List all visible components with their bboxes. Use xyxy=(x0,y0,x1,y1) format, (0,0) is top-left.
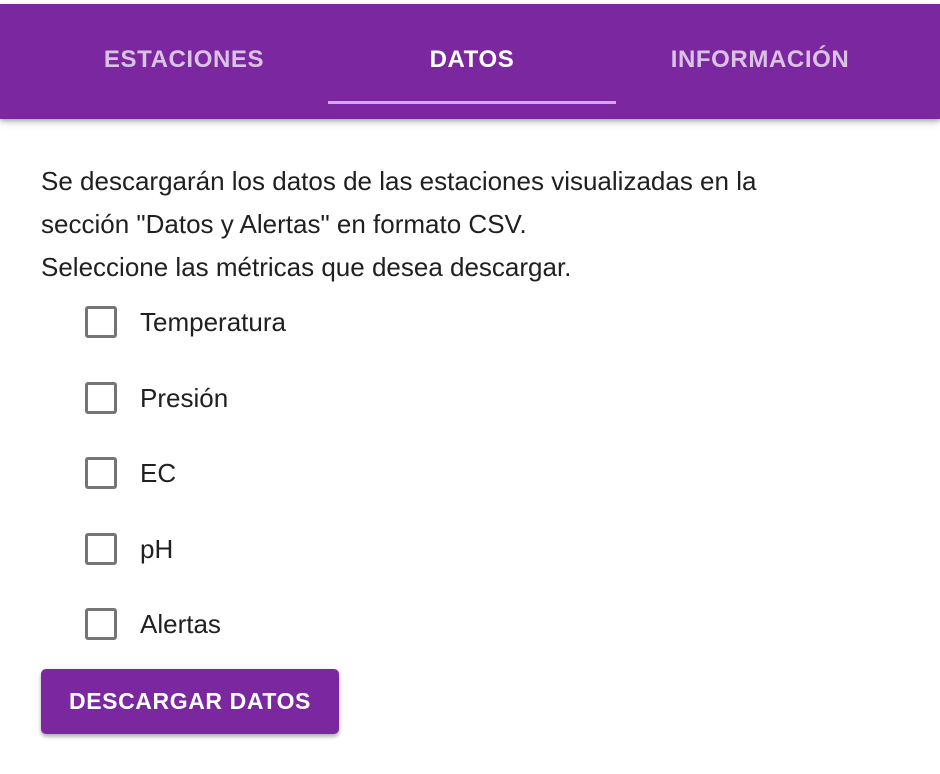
metric-label: EC xyxy=(140,458,177,488)
active-tab-indicator xyxy=(328,101,616,104)
description-line: Seleccione las métricas que desea descar… xyxy=(41,252,572,282)
metric-label: Temperatura xyxy=(140,307,286,337)
ec-checkbox[interactable] xyxy=(85,457,117,489)
presion-checkbox[interactable] xyxy=(85,381,117,414)
download-panel: Se descargarán los datos de las estacion… xyxy=(41,160,901,684)
metrics-checklist: Temperatura Presión EC pH Alertas xyxy=(41,306,901,684)
tab-bar: ESTACIONES DATOS INFORMACIÓN xyxy=(0,4,940,119)
metric-label: Presión xyxy=(140,382,229,413)
app-root: ESTACIONES DATOS INFORMACIÓN Se descarga… xyxy=(0,0,940,774)
description-text: Se descargarán los datos de las estacion… xyxy=(41,160,901,289)
tab-datos[interactable]: DATOS xyxy=(328,4,616,119)
ph-checkbox[interactable] xyxy=(85,532,117,565)
metric-option-ec[interactable]: EC xyxy=(41,457,901,533)
metric-label: Alertas xyxy=(140,609,221,639)
temperatura-checkbox[interactable] xyxy=(85,306,117,338)
tab-label: DATOS xyxy=(429,46,515,73)
description-line: sección "Datos y Alertas" en formato CSV… xyxy=(41,209,527,239)
tab-estaciones[interactable]: ESTACIONES xyxy=(40,4,328,119)
metric-option-temperatura[interactable]: Temperatura xyxy=(41,306,901,382)
tab-label: ESTACIONES xyxy=(103,46,265,73)
metric-option-presion[interactable]: Presión xyxy=(41,381,901,458)
metric-label: pH xyxy=(140,533,174,564)
description-line: Se descargarán los datos de las estacion… xyxy=(41,166,757,196)
download-data-button[interactable]: DESCARGAR DATOS xyxy=(41,669,339,734)
tab-label: INFORMACIÓN xyxy=(670,46,850,73)
metric-option-ph[interactable]: pH xyxy=(41,532,901,609)
alertas-checkbox[interactable] xyxy=(85,608,117,640)
tab-informacion[interactable]: INFORMACIÓN xyxy=(616,4,904,119)
